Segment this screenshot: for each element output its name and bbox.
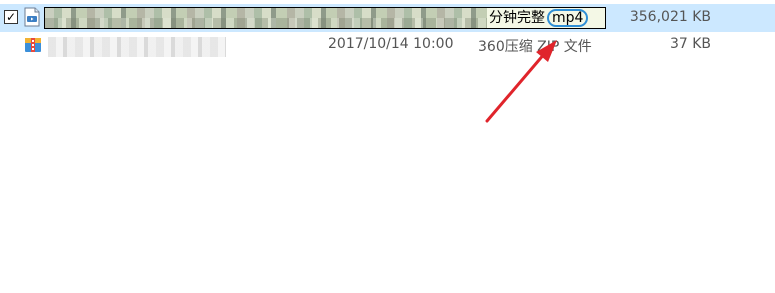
video-file-icon <box>24 7 40 27</box>
file-row-video[interactable]: ✓ 分钟完整 mp4 356,021 KB <box>0 4 775 32</box>
date-modified: 2017/10/14 10:00 <box>328 36 454 52</box>
mp4-extension-highlight: mp4 <box>547 9 589 27</box>
rename-visible-text: 分钟完整 mp4 <box>489 8 589 28</box>
file-size: 356,021 KB <box>629 9 711 25</box>
row-checkbox[interactable]: ✓ <box>4 10 18 24</box>
file-row-zip[interactable]: 2017/10/14 10:00 360压缩 ZIP 文件 37 KB <box>0 32 775 58</box>
file-name-blurred <box>48 37 226 57</box>
file-size: 37 KB <box>669 36 711 52</box>
file-list: ✓ 分钟完整 mp4 356,021 KB 2017/10/14 10:00 36… <box>0 0 775 293</box>
file-type: 360压缩 ZIP 文件 <box>478 39 592 55</box>
rename-selected-text <box>45 8 487 28</box>
360-zip-file-icon <box>25 38 41 52</box>
rename-input[interactable]: 分钟完整 mp4 <box>44 7 606 29</box>
